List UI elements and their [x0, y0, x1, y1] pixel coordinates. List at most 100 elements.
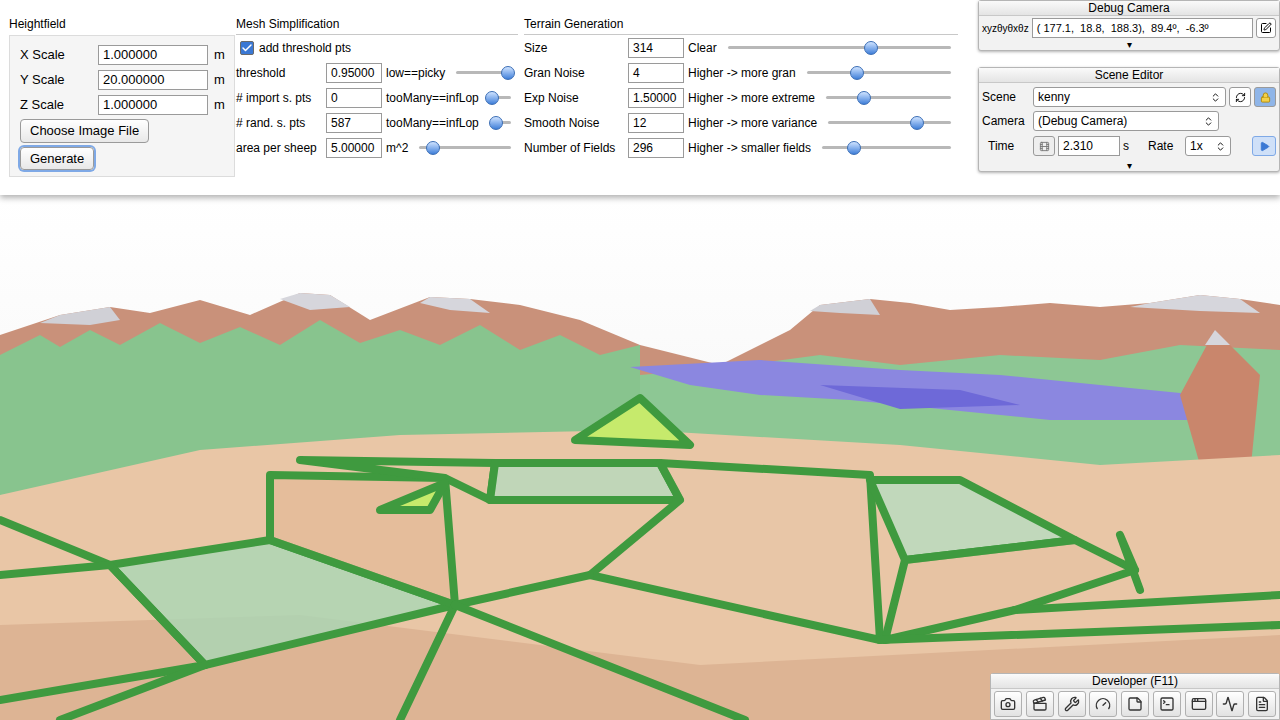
tool-button[interactable] — [1058, 691, 1086, 717]
slider[interactable] — [419, 140, 511, 156]
tool-button[interactable] — [994, 691, 1022, 717]
slider-track — [826, 96, 951, 99]
slider-thumb[interactable] — [847, 141, 861, 155]
scene-editor-panel: Scene EditorScenekennyCamera(Debug Camer… — [978, 67, 1280, 172]
slider[interactable] — [826, 90, 951, 106]
row-hint: low==picky — [386, 64, 445, 82]
row-label: Rate — [1148, 137, 1182, 155]
tool-button[interactable] — [1121, 691, 1149, 717]
section-title: Heightfield — [9, 16, 236, 32]
text-field[interactable]: 1.000000 — [98, 95, 208, 115]
dropdown-arrow-icon — [1210, 92, 1221, 103]
dropdown[interactable]: 1x — [1185, 136, 1231, 156]
tool-button[interactable] — [1026, 691, 1054, 717]
row-label: threshold — [236, 64, 322, 82]
wrench-icon — [1064, 696, 1080, 712]
slider-thumb[interactable] — [426, 141, 440, 155]
note-icon — [1127, 696, 1143, 712]
refresh-icon — [1235, 92, 1246, 103]
film-button[interactable] — [1033, 136, 1055, 156]
checkbox[interactable] — [240, 41, 254, 55]
toolbar-area: HeightfieldX Scale1.000000mY Scale20.000… — [0, 0, 1280, 195]
text-field[interactable]: 12 — [628, 113, 684, 133]
slider-track — [807, 71, 951, 74]
panel-title: Developer (F11) — [991, 674, 1279, 689]
slider[interactable] — [490, 90, 511, 106]
text-field[interactable]: 296 — [628, 138, 684, 158]
button[interactable]: Generate — [20, 147, 94, 171]
slider-thumb[interactable] — [857, 91, 871, 105]
edit-button[interactable] — [1256, 18, 1276, 38]
button[interactable]: Choose Image File — [20, 119, 149, 143]
checkbox-row[interactable]: add threshold pts — [236, 35, 518, 60]
film-icon — [1039, 141, 1050, 152]
collapse-toggle[interactable]: ▾ — [979, 161, 1279, 171]
coords-label: xyzθyθxθz — [982, 21, 1029, 36]
text-field[interactable]: 5.00000 — [326, 138, 382, 158]
developer-toolbar: Developer (F11) — [990, 673, 1280, 720]
refresh-button[interactable] — [1229, 87, 1251, 107]
tool-button[interactable] — [1216, 691, 1244, 717]
right-panels: Debug Cameraxyzθyθxθz( 177.1, 18.8, 188.… — [978, 0, 1280, 195]
slider-track — [828, 121, 951, 124]
tool-button[interactable] — [1248, 691, 1276, 717]
unit-label: m — [214, 95, 225, 115]
row-label: Gran Noise — [524, 64, 624, 82]
tool-button[interactable] — [1185, 691, 1213, 717]
unit-label: s — [1123, 137, 1145, 155]
slider-row: Number of Fields296Higher -> smaller fie… — [524, 135, 958, 160]
row-hint: tooMany==infLop — [386, 89, 479, 107]
row-hint: m^2 — [386, 139, 408, 157]
slider-thumb[interactable] — [910, 116, 924, 130]
text-field[interactable]: 0.95000 — [326, 63, 382, 83]
tool-button[interactable] — [1153, 691, 1181, 717]
text-field[interactable]: 314 — [628, 38, 684, 58]
slider-row: Smooth Noise12Higher -> more variance — [524, 110, 958, 135]
text-field[interactable]: 20.000000 — [98, 70, 208, 90]
slider[interactable] — [828, 115, 951, 131]
collapse-toggle[interactable]: ▾ — [979, 40, 1279, 50]
play-button[interactable] — [1252, 136, 1276, 156]
slider-thumb[interactable] — [850, 66, 864, 80]
lock-button[interactable] — [1254, 87, 1276, 107]
text-field[interactable]: 1.000000 — [98, 45, 208, 65]
slider[interactable] — [456, 65, 511, 81]
play-icon — [1259, 141, 1270, 152]
slider-thumb[interactable] — [485, 91, 499, 105]
section-title: Terrain Generation — [524, 16, 958, 35]
tool-button[interactable] — [1089, 691, 1117, 717]
dropdown[interactable]: kenny — [1033, 87, 1226, 107]
dropdown-arrow-icon — [1215, 141, 1226, 152]
slider-row: threshold0.95000low==picky — [236, 60, 518, 85]
text-field[interactable]: 1.50000 — [628, 88, 684, 108]
scale-row: Z Scale1.000000m — [20, 92, 224, 117]
unit-label: m — [214, 70, 225, 90]
slider-row: area per sheep5.00000m^2 — [236, 135, 518, 160]
text-field[interactable]: ( 177.1, 18.8, 188.3), 89.4º, -6.3º — [1032, 18, 1253, 38]
dropdown[interactable]: (Debug Camera) — [1033, 111, 1219, 131]
text-field[interactable]: 0 — [326, 88, 382, 108]
slider[interactable] — [822, 140, 951, 156]
text-field[interactable]: 587 — [326, 113, 382, 133]
text-field[interactable]: 4 — [628, 63, 684, 83]
row-hint: tooMany==infLop — [386, 114, 479, 132]
terrain-view[interactable] — [0, 195, 1280, 720]
row-label: Time — [982, 137, 1030, 155]
viewport[interactable]: Developer (F11) — [0, 195, 1280, 720]
slider-thumb[interactable] — [864, 41, 878, 55]
check-icon — [241, 42, 253, 54]
slider-thumb[interactable] — [489, 116, 503, 130]
window-icon — [1191, 696, 1207, 712]
slider-thumb[interactable] — [501, 66, 515, 80]
slider[interactable] — [728, 40, 951, 56]
clapperboard-icon — [1032, 696, 1048, 712]
text-field[interactable]: 2.310 — [1058, 136, 1120, 156]
slider-row: # rand. s. pts587tooMany==infLop — [236, 110, 518, 135]
activity-icon — [1222, 696, 1238, 712]
section-title: Mesh Simplification — [236, 16, 518, 35]
slider[interactable] — [807, 65, 951, 81]
unit-label: m — [214, 45, 225, 65]
row-label: Number of Fields — [524, 139, 624, 157]
slider[interactable] — [490, 115, 511, 131]
gauge-icon — [1095, 696, 1111, 712]
